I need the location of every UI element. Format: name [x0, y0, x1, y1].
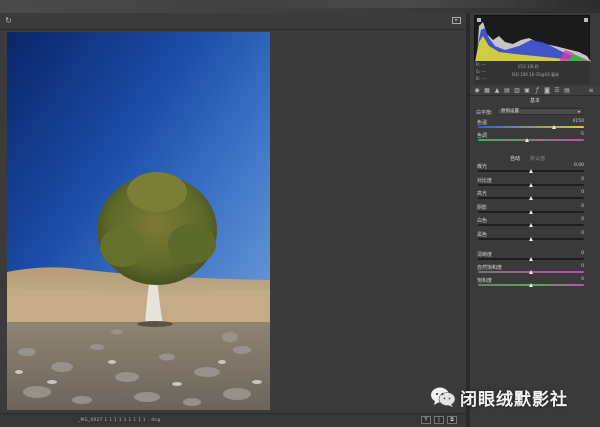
- window-title-bar: [0, 0, 600, 13]
- watermark: 闭眼绒默影社: [430, 385, 568, 410]
- watermark-text: 闭眼绒默影社: [460, 389, 568, 410]
- rotate-icon[interactable]: ↻: [4, 16, 13, 25]
- slider-label: 阴影: [477, 204, 488, 211]
- slider-value[interactable]: 0: [562, 231, 584, 236]
- slider-value[interactable]: 0: [562, 251, 584, 256]
- slider-thumb[interactable]: [552, 125, 556, 129]
- slider-thumb[interactable]: [529, 283, 533, 287]
- presets-tab-icon[interactable]: ☰: [554, 88, 560, 94]
- filename-label[interactable]: _MG_0027 1 1 1 1 1 1 1 1 1 . dng: [78, 417, 161, 422]
- slider-thumb[interactable]: [529, 257, 533, 261]
- slider-thumb[interactable]: [529, 270, 533, 274]
- slider-label: 黑色: [477, 231, 488, 238]
- before-after-toggle-button[interactable]: Y: [421, 416, 431, 424]
- before-after-split-button[interactable]: |: [434, 416, 444, 424]
- slider-thumb[interactable]: [529, 236, 533, 241]
- snapshots-tab-icon[interactable]: ▤: [564, 88, 570, 94]
- slider-thumb[interactable]: [529, 223, 533, 227]
- preview-toolbar: ↻ ▸: [0, 13, 466, 30]
- slider-label: 曝光: [477, 164, 488, 170]
- slider-value[interactable]: -5: [562, 132, 585, 137]
- slider-value[interactable]: 0: [562, 177, 584, 182]
- slider-track[interactable]: [478, 139, 584, 141]
- slider-value[interactable]: 0: [562, 217, 584, 222]
- section-title: 基本: [529, 98, 540, 104]
- slider-value[interactable]: 4150: [562, 119, 584, 124]
- highlight-clipping-toggle-icon[interactable]: [584, 18, 588, 22]
- default-button[interactable]: 默认值: [530, 155, 545, 162]
- slider-thumb[interactable]: [529, 209, 533, 214]
- split-toning-tab-icon[interactable]: ▥: [514, 88, 520, 94]
- histogram-graph: [475, 18, 591, 62]
- slider-label: 自然饱和度: [477, 265, 503, 271]
- shadow-clipping-toggle-icon[interactable]: [477, 18, 481, 22]
- slider-label: 白色: [477, 218, 488, 224]
- green-readout: G: ---: [476, 69, 487, 74]
- panel-menu-icon[interactable]: ≡: [588, 88, 594, 94]
- blue-readout: B: ---: [476, 76, 486, 81]
- hsl-tab-icon[interactable]: ▤: [504, 88, 510, 94]
- histogram: [474, 15, 591, 62]
- fx-tab-icon[interactable]: ƒ: [534, 88, 540, 94]
- slider-label: 清晰度: [477, 252, 493, 258]
- lens-tab-icon[interactable]: ▣: [524, 88, 530, 94]
- slider-value[interactable]: 0: [562, 264, 584, 269]
- slider-value[interactable]: 0: [562, 204, 584, 209]
- white-balance-label: 白平衡:: [476, 110, 493, 116]
- slider-thumb[interactable]: [529, 169, 533, 173]
- slider-value[interactable]: 0: [562, 277, 584, 282]
- basic-tab-icon[interactable]: ◉: [474, 88, 480, 94]
- slider-label: 高光: [477, 191, 488, 197]
- detail-tab-icon[interactable]: ▲: [494, 88, 500, 94]
- aperture-shutter: f/13 1/8 秒: [518, 64, 539, 69]
- wechat-icon: [430, 386, 456, 408]
- red-readout: R: ---: [476, 62, 486, 67]
- iso-lens: ISO 100 16-35@16 毫米: [512, 72, 560, 77]
- slider-value[interactable]: 0: [562, 190, 584, 195]
- tone-curve-tab-icon[interactable]: ▦: [484, 88, 490, 94]
- slider-value[interactable]: 0.00: [562, 163, 584, 168]
- fullscreen-icon[interactable]: ▸: [452, 17, 461, 24]
- slider-label: 对比度: [477, 177, 493, 184]
- slider-track[interactable]: [478, 126, 584, 128]
- slider-thumb[interactable]: [529, 182, 533, 187]
- landscape-photo: [7, 32, 270, 410]
- slider-label: 色调: [477, 133, 488, 139]
- photo-preview: [7, 32, 270, 410]
- slider-thumb[interactable]: [529, 196, 533, 200]
- slider-thumb[interactable]: [525, 138, 529, 142]
- status-bar: [0, 413, 466, 427]
- white-balance-select[interactable]: 原照设置: [497, 108, 583, 115]
- auto-button[interactable]: 自动: [510, 155, 520, 162]
- camera-info: R: --- G: --- B: --- f/13 1/8 秒 ISO 100 …: [474, 61, 590, 85]
- slider-label: 色温: [477, 120, 488, 126]
- before-after-swap-button[interactable]: ⧉: [447, 416, 457, 424]
- slider-label: 饱和度: [477, 278, 493, 284]
- camera-calibration-tab-icon[interactable]: ◙: [544, 88, 550, 94]
